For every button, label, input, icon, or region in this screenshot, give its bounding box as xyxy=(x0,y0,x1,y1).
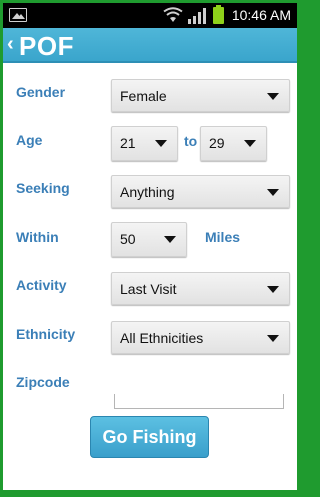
wifi-icon xyxy=(163,7,183,22)
age-min-select[interactable]: 21 xyxy=(111,126,178,161)
age-min-value: 21 xyxy=(120,135,136,151)
ethnicity-label: Ethnicity xyxy=(16,326,76,342)
seeking-value: Anything xyxy=(120,184,175,200)
image-notification-icon xyxy=(9,8,27,22)
gender-label: Gender xyxy=(16,84,66,100)
chevron-down-icon xyxy=(244,140,256,147)
chevron-down-icon xyxy=(155,140,167,147)
age-max-select[interactable]: 29 xyxy=(200,126,267,161)
zipcode-input[interactable] xyxy=(114,394,284,409)
status-bar: 10:46 AM xyxy=(3,3,297,28)
within-unit-label: Miles xyxy=(205,229,241,245)
chevron-down-icon xyxy=(267,286,279,293)
app-frame: 10:46 AM ‹ POF Gender Female Age 21 to 2… xyxy=(3,3,297,494)
gender-select[interactable]: Female xyxy=(111,79,290,112)
battery-icon xyxy=(213,5,224,24)
ethnicity-value: All Ethnicities xyxy=(120,330,204,346)
age-max-value: 29 xyxy=(209,135,225,151)
age-to-label: to xyxy=(184,133,198,149)
app-title[interactable]: POF xyxy=(19,31,74,61)
activity-label: Activity xyxy=(16,277,67,293)
activity-value: Last Visit xyxy=(120,281,177,297)
within-select[interactable]: 50 xyxy=(111,222,187,257)
chevron-down-icon xyxy=(267,335,279,342)
chevron-down-icon xyxy=(267,189,279,196)
back-icon[interactable]: ‹ xyxy=(7,34,14,54)
go-fishing-button[interactable]: Go Fishing xyxy=(90,416,209,458)
chevron-down-icon xyxy=(164,236,176,243)
signal-icon xyxy=(188,8,206,24)
within-label: Within xyxy=(16,229,59,245)
ethnicity-select[interactable]: All Ethnicities xyxy=(111,321,290,354)
zipcode-label: Zipcode xyxy=(16,374,70,390)
within-value: 50 xyxy=(120,231,136,247)
chevron-down-icon xyxy=(267,93,279,100)
bottom-border xyxy=(3,490,297,494)
app-bar: ‹ POF xyxy=(3,28,297,63)
activity-select[interactable]: Last Visit xyxy=(111,272,290,305)
age-label: Age xyxy=(16,132,43,148)
seeking-select[interactable]: Anything xyxy=(111,175,290,208)
status-time: 10:46 AM xyxy=(231,7,291,23)
gender-value: Female xyxy=(120,88,167,104)
seeking-label: Seeking xyxy=(16,180,70,196)
